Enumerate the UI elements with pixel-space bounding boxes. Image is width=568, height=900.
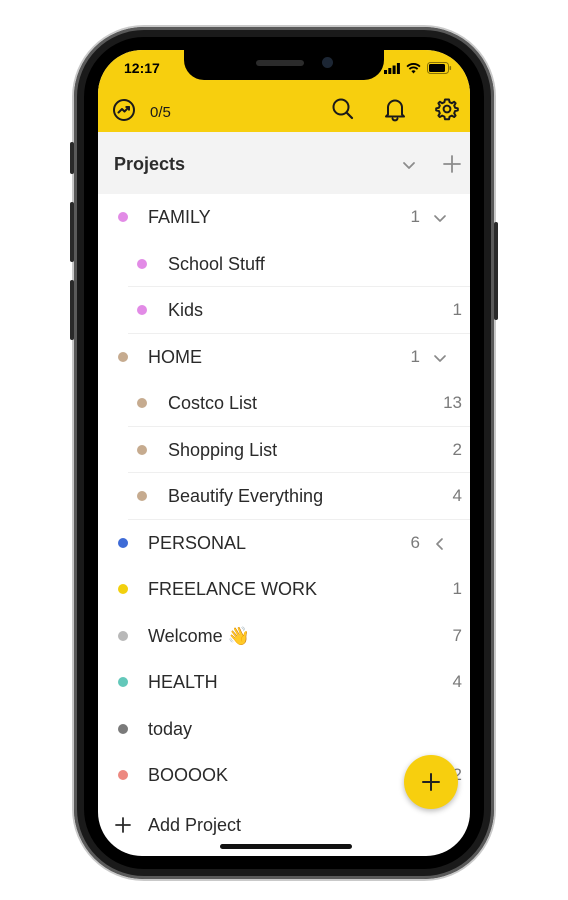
project-task-count: 2: [452, 439, 462, 459]
project-row[interactable]: FREELANCE WORK 1: [98, 566, 470, 613]
project-label: PERSONAL: [148, 532, 247, 553]
project-row[interactable]: Beautify Everything 4: [98, 473, 470, 520]
project-label: BOOOOK: [148, 765, 229, 785]
volume-down-button: [70, 280, 74, 340]
status-icons: [384, 61, 452, 79]
bell-icon[interactable]: [382, 96, 408, 122]
project-color-dot: [118, 723, 128, 734]
project-row[interactable]: Kids 1: [98, 287, 470, 334]
project-label: FREELANCE WORK: [148, 579, 318, 599]
project-label: FAMILY: [148, 207, 211, 227]
plus-icon: [422, 773, 440, 791]
toolbar-actions: [330, 96, 460, 122]
projects-header: Projects: [98, 132, 470, 194]
project-row[interactable]: School Stuff: [98, 241, 470, 288]
project-label: HEALTH: [148, 672, 218, 692]
plus-icon: [115, 817, 131, 833]
front-camera: [322, 57, 333, 68]
speaker: [256, 60, 304, 66]
project-task-count: 13: [443, 393, 462, 412]
gear-icon[interactable]: [434, 96, 460, 122]
project-label: School Stuff: [168, 253, 265, 274]
project-color-dot: [118, 770, 128, 780]
wifi-icon: [406, 61, 421, 79]
mute-switch: [70, 142, 74, 174]
project-color-dot: [137, 398, 147, 408]
chevron-left-icon[interactable]: [432, 536, 448, 552]
project-row[interactable]: HEALTH 4: [98, 659, 470, 706]
home-indicator: [220, 844, 352, 849]
project-list: FAMILY 1 School Stuff Kids 1 HOME 1 Costco List…: [98, 194, 470, 799]
add-project-button[interactable]: Add Project: [98, 802, 470, 848]
project-task-count: 1: [410, 346, 420, 366]
project-color-dot: [118, 351, 128, 362]
signal-icon: [384, 61, 400, 79]
project-label: HOME: [148, 346, 202, 367]
project-row[interactable]: Shopping List 2: [98, 427, 470, 474]
karma-value: 0/5: [150, 104, 171, 121]
collapse-projects-chevron-icon[interactable]: [400, 156, 418, 174]
chevron-down-icon[interactable]: [432, 210, 448, 226]
karma-trend-icon[interactable]: [112, 98, 136, 127]
search-icon[interactable]: [330, 96, 356, 122]
project-color-dot: [118, 677, 128, 687]
volume-up-button: [70, 202, 74, 262]
project-color-dot: [118, 584, 128, 594]
project-color-dot: [137, 444, 147, 455]
project-color-dot: [137, 258, 147, 269]
projects-title: Projects: [114, 154, 186, 174]
project-row[interactable]: Costco List 13: [98, 380, 470, 427]
project-color-dot: [118, 630, 128, 641]
project-color-dot: [137, 305, 147, 315]
project-color-dot: [137, 491, 147, 501]
project-task-count: 1: [452, 579, 462, 598]
power-button: [494, 222, 498, 320]
battery-icon: [427, 61, 452, 79]
notch: [184, 50, 384, 80]
quick-add-button[interactable]: [404, 755, 458, 809]
project-row[interactable]: FAMILY 1: [98, 194, 470, 241]
chevron-down-icon[interactable]: [432, 350, 448, 366]
project-label: today: [148, 718, 193, 739]
project-row[interactable]: Welcome 👋 7: [98, 613, 470, 660]
project-color-dot: [118, 537, 128, 548]
project-label: Kids: [168, 300, 204, 320]
project-task-count: 4: [452, 486, 462, 505]
project-task-count: 1: [452, 300, 462, 319]
project-color-dot: [118, 212, 128, 222]
add-project-label: Add Project: [148, 815, 242, 835]
project-row[interactable]: today: [98, 706, 470, 753]
top-app-bar: 12:17 0/5: [98, 50, 470, 132]
karma-indicator[interactable]: 0/5: [112, 98, 171, 127]
project-label: Beautify Everything: [168, 486, 324, 506]
project-label: Welcome 👋: [148, 625, 251, 646]
project-task-count: 6: [410, 532, 420, 552]
project-task-count: 7: [452, 625, 462, 645]
project-label: Shopping List: [168, 439, 278, 460]
status-time: 12:17: [124, 60, 160, 76]
add-project-plus-icon[interactable]: [442, 154, 462, 174]
project-task-count: 4: [452, 672, 462, 691]
project-label: Costco List: [168, 393, 258, 413]
app-screen: 12:17 0/5 Projects FAMILY 1 School Stuff…: [98, 50, 470, 856]
project-row[interactable]: PERSONAL 6: [98, 520, 470, 567]
project-task-count: 1: [410, 207, 420, 226]
project-row[interactable]: HOME 1: [98, 334, 470, 381]
